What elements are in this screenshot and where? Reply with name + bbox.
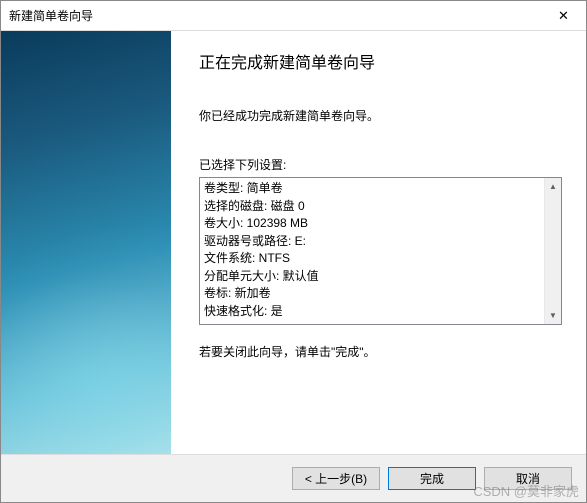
page-heading: 正在完成新建简单卷向导 <box>199 49 562 73</box>
intro-text: 你已经成功完成新建简单卷向导。 <box>199 107 562 124</box>
scroll-down-arrow-icon[interactable]: ▼ <box>545 307 561 324</box>
wizard-window: 新建简单卷向导 ✕ 正在完成新建简单卷向导 你已经成功完成新建简单卷向导。 已选… <box>0 0 587 503</box>
back-button[interactable]: < 上一步(B) <box>292 467 380 490</box>
button-row: < 上一步(B) 完成 取消 <box>1 454 586 502</box>
scroll-up-arrow-icon[interactable]: ▲ <box>545 178 561 195</box>
vertical-scrollbar[interactable]: ▲ ▼ <box>544 178 561 324</box>
cancel-button[interactable]: 取消 <box>484 467 572 490</box>
list-item: 卷类型: 简单卷 <box>204 180 540 198</box>
close-icon: ✕ <box>558 8 569 24</box>
closing-text: 若要关闭此向导，请单击"完成"。 <box>199 343 562 360</box>
list-item: 选择的磁盘: 磁盘 0 <box>204 198 540 216</box>
close-button[interactable]: ✕ <box>541 1 586 30</box>
list-item: 驱动器号或路径: E: <box>204 233 540 251</box>
list-item: 卷大小: 102398 MB <box>204 215 540 233</box>
scroll-track[interactable] <box>545 195 561 307</box>
titlebar: 新建简单卷向导 ✕ <box>1 1 586 31</box>
wizard-body: 正在完成新建简单卷向导 你已经成功完成新建简单卷向导。 已选择下列设置: 卷类型… <box>1 31 586 454</box>
finish-button[interactable]: 完成 <box>388 467 476 490</box>
wizard-content: 正在完成新建简单卷向导 你已经成功完成新建简单卷向导。 已选择下列设置: 卷类型… <box>171 31 586 454</box>
settings-label: 已选择下列设置: <box>199 156 562 173</box>
wizard-sidebar-graphic <box>1 31 171 454</box>
list-item: 分配单元大小: 默认值 <box>204 268 540 286</box>
settings-listbox[interactable]: 卷类型: 简单卷 选择的磁盘: 磁盘 0 卷大小: 102398 MB 驱动器号… <box>199 177 562 325</box>
list-item: 卷标: 新加卷 <box>204 285 540 303</box>
settings-list-content: 卷类型: 简单卷 选择的磁盘: 磁盘 0 卷大小: 102398 MB 驱动器号… <box>200 178 544 324</box>
list-item: 快速格式化: 是 <box>204 303 540 321</box>
list-item: 文件系统: NTFS <box>204 250 540 268</box>
window-title: 新建简单卷向导 <box>9 7 93 24</box>
